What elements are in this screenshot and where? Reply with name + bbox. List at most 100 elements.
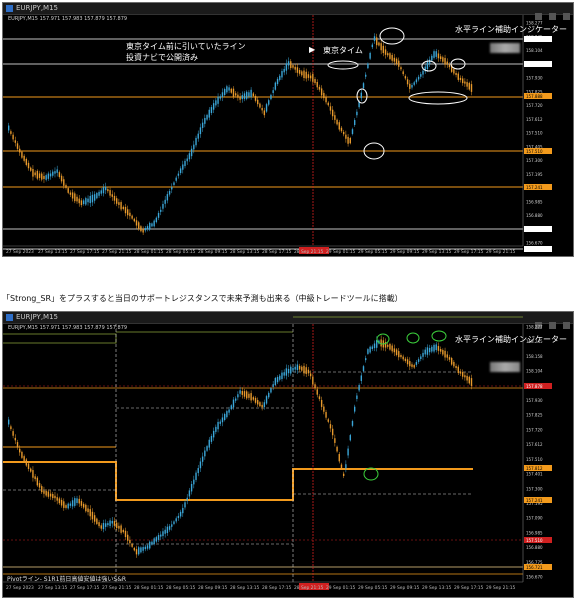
candle-body	[272, 384, 274, 387]
candle-body	[274, 82, 277, 90]
candle-body	[204, 117, 206, 124]
price-axis-label: 156.880	[526, 545, 543, 550]
candle-body	[338, 122, 340, 130]
candle-body	[10, 426, 12, 430]
candle-body	[43, 175, 45, 179]
candle-body	[347, 136, 349, 144]
candle-body	[199, 461, 202, 469]
time-axis-label: 28 Sep 21:15	[294, 585, 324, 591]
candle-body	[138, 547, 140, 555]
candle-body	[237, 94, 239, 98]
price-tag-text: 157.241	[526, 185, 543, 190]
candle-body	[87, 508, 89, 513]
candle-body	[270, 94, 272, 100]
candle-body	[69, 503, 72, 506]
candle-body	[466, 82, 468, 87]
candle-body	[248, 92, 250, 97]
candle-body	[378, 42, 380, 46]
candle-body	[171, 187, 173, 190]
candle-body	[298, 365, 301, 370]
candle-body	[155, 217, 158, 223]
time-axis-label: 27 Sep 17:15	[70, 249, 100, 255]
candle-body	[164, 199, 166, 204]
candle-body	[16, 442, 19, 448]
price-axis-label: 157.300	[526, 158, 543, 163]
indicator-title: 水平ライン補助インジケーター	[455, 335, 567, 344]
candle-body	[43, 490, 45, 494]
price-axis-label: 156.670	[526, 575, 543, 580]
candle-body	[120, 525, 122, 533]
price-axis-label: 157.612	[526, 117, 543, 122]
candle-body	[422, 70, 424, 75]
candle-body	[111, 520, 113, 524]
candle-body	[239, 96, 241, 100]
candle-body	[80, 200, 83, 206]
candle-body	[446, 61, 448, 65]
candle-body	[65, 185, 67, 188]
support-marker-circle	[431, 330, 447, 342]
candle-body	[10, 131, 12, 134]
chart-window-top[interactable]: EURJPY,M15 EURJPY,M15 157.971 157.983 15…	[2, 2, 574, 257]
candle-body	[353, 406, 356, 412]
candle-body	[342, 131, 345, 135]
candle-body	[276, 377, 279, 383]
candle-body	[74, 498, 76, 506]
candle-body	[382, 45, 385, 53]
candle-body	[111, 194, 113, 197]
price-tag-text: 157.510	[526, 538, 543, 543]
candle-body	[153, 220, 155, 227]
candle-body	[98, 522, 100, 527]
candle-body	[175, 518, 177, 522]
candle-body	[369, 346, 371, 353]
play-arrow-icon: ▶	[309, 45, 316, 54]
candle-body	[89, 195, 91, 204]
candle-body	[387, 53, 389, 56]
candle-body	[23, 456, 25, 462]
candle-body	[144, 228, 147, 231]
candle-body	[391, 345, 393, 352]
price-chart-area[interactable]: 158.277158.245158.104158.014157.930157.8…	[3, 3, 573, 256]
candle-body	[190, 483, 193, 492]
candle-body	[140, 226, 142, 232]
time-axis-label: 29 Sep 17:15	[454, 249, 484, 255]
candle-body	[389, 53, 391, 59]
candle-body	[351, 421, 354, 426]
candle-body	[129, 539, 131, 544]
candle-body	[391, 54, 393, 61]
candle-body	[78, 198, 80, 204]
time-axis: 27 Sep 2023 27 Sep 13:15 27 Sep 17:15 27 Se…	[6, 249, 516, 255]
price-axis-label: 156.880	[526, 213, 543, 218]
candle-body	[184, 502, 186, 508]
candle-body	[376, 37, 378, 46]
candle-body	[131, 215, 133, 219]
candle-body	[268, 100, 270, 105]
candle-body	[433, 344, 435, 352]
candle-body	[334, 438, 336, 443]
candle-body	[184, 160, 186, 167]
candle-body	[71, 500, 74, 507]
candle-body	[316, 389, 318, 395]
candle-body	[437, 53, 440, 59]
candle-body	[367, 63, 369, 69]
candle-body	[303, 365, 305, 374]
candle-body	[208, 439, 210, 448]
candle-body	[398, 60, 400, 67]
time-axis-label: 29 Sep 21:15	[486, 585, 516, 591]
candle-body	[254, 95, 257, 101]
candle-body	[362, 366, 365, 372]
chart-window-bottom[interactable]: EURJPY,M15 EURJPY,M15 157.971 157.983 15…	[2, 311, 574, 598]
candle-body	[60, 499, 63, 506]
candle-body	[8, 125, 10, 131]
candle-body	[257, 99, 259, 105]
candle-body	[115, 198, 118, 204]
time-axis-label: 28 Sep 17:15	[262, 585, 292, 591]
price-tag-text: 157.888	[526, 94, 543, 99]
candle-body	[144, 546, 147, 550]
candle-body	[76, 498, 78, 503]
price-axis-label: 157.612	[526, 442, 543, 447]
candle-body	[316, 81, 318, 88]
price-chart-area[interactable]: 158.277158.245158.158158.104158.035157.9…	[3, 312, 573, 597]
candle-body	[232, 399, 235, 408]
candle-body	[135, 549, 138, 555]
candle-body	[197, 133, 199, 139]
